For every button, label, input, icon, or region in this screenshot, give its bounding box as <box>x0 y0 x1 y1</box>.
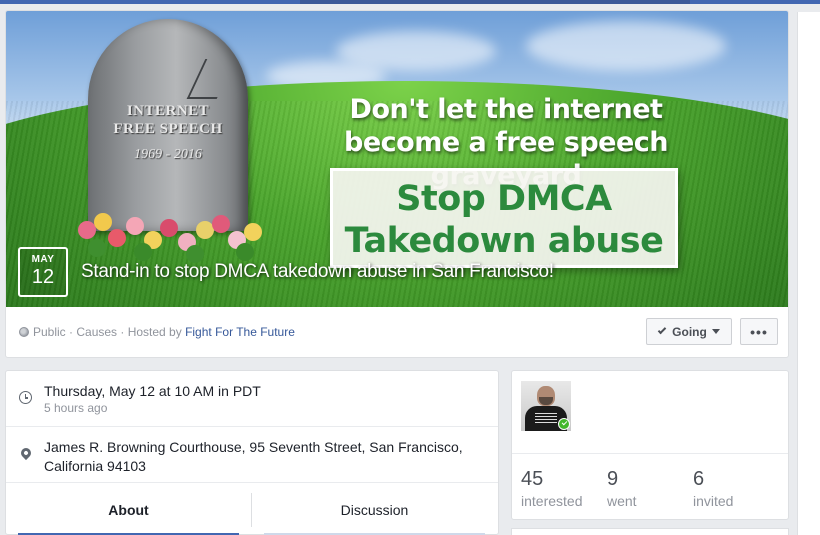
next-card-edge <box>511 528 789 535</box>
went-label: went <box>607 493 637 509</box>
went-count: 9 <box>607 468 619 490</box>
tab-discussion[interactable]: Discussion <box>264 483 485 535</box>
tab-about[interactable]: About <box>18 483 239 535</box>
globe-icon <box>19 327 29 337</box>
tombstone-line-1: INTERNET <box>126 103 210 119</box>
date-month: MAY <box>31 254 55 265</box>
tombstone-image: INTERNET FREE SPEECH 1969 - 2016 <box>88 19 248 231</box>
date-badge: MAY 12 <box>18 247 68 297</box>
event-time: Thursday, May 12 at 10 AM in PDT <box>44 383 261 399</box>
divider <box>512 453 788 454</box>
more-options-button[interactable]: ••• <box>740 318 778 345</box>
host-link[interactable]: Fight For The Future <box>185 325 295 339</box>
cover-banner: Stop DMCA Takedown abuse <box>330 168 678 268</box>
check-icon <box>657 325 667 335</box>
invited-stat[interactable]: 6 invited <box>693 468 733 509</box>
event-location: James R. Browning Courthouse, 95 Seventh… <box>44 439 463 474</box>
map-pin-icon <box>18 445 34 461</box>
event-meta: Public · Causes · Hosted by Fight For Th… <box>19 325 295 339</box>
right-column-edge <box>797 12 820 535</box>
interested-label: interested <box>521 493 583 509</box>
flowers-image <box>68 207 268 267</box>
meta-prefix: Public · Causes · Hosted by <box>33 325 186 339</box>
tombstone-line-2: FREE SPEECH <box>113 121 223 137</box>
event-meta-row: Public · Causes · Hosted by Fight For Th… <box>6 307 788 357</box>
time-row[interactable]: Thursday, May 12 at 10 AM in PDT 5 hours… <box>6 371 498 427</box>
event-title: Stand-in to stop DMCA takedown abuse in … <box>81 261 554 282</box>
date-day: 12 <box>31 266 55 288</box>
banner-line-1: Stop DMCA <box>396 179 612 219</box>
location-row[interactable]: James R. Browning Courthouse, 95 Seventh… <box>6 427 498 483</box>
event-header-card: INTERNET FREE SPEECH 1969 - 2016 Don't l… <box>5 10 789 358</box>
cover-photo: INTERNET FREE SPEECH 1969 - 2016 Don't l… <box>6 11 788 307</box>
caret-down-icon <box>711 329 720 334</box>
top-nav-bar <box>0 0 820 10</box>
going-button[interactable]: Going <box>646 318 732 345</box>
tab-divider <box>251 493 252 527</box>
event-time-relative: 5 hours ago <box>44 401 108 415</box>
went-stat[interactable]: 9 went <box>607 468 637 509</box>
avatar[interactable] <box>521 381 571 431</box>
banner-line-2: Takedown abuse <box>344 221 664 261</box>
interested-stat[interactable]: 45 interested <box>521 468 582 509</box>
event-details-card: Thursday, May 12 at 10 AM in PDT 5 hours… <box>5 370 499 535</box>
invited-label: invited <box>693 493 734 509</box>
event-tabs: About Discussion <box>6 483 498 535</box>
going-check-icon <box>558 418 570 430</box>
going-label: Going <box>672 324 707 339</box>
clock-icon <box>19 391 32 404</box>
invited-count: 6 <box>693 468 705 490</box>
interested-count: 45 <box>521 468 544 490</box>
guests-card: 45 interested 9 went 6 invited <box>511 370 789 520</box>
tombstone-years: 1969 - 2016 <box>134 147 202 162</box>
